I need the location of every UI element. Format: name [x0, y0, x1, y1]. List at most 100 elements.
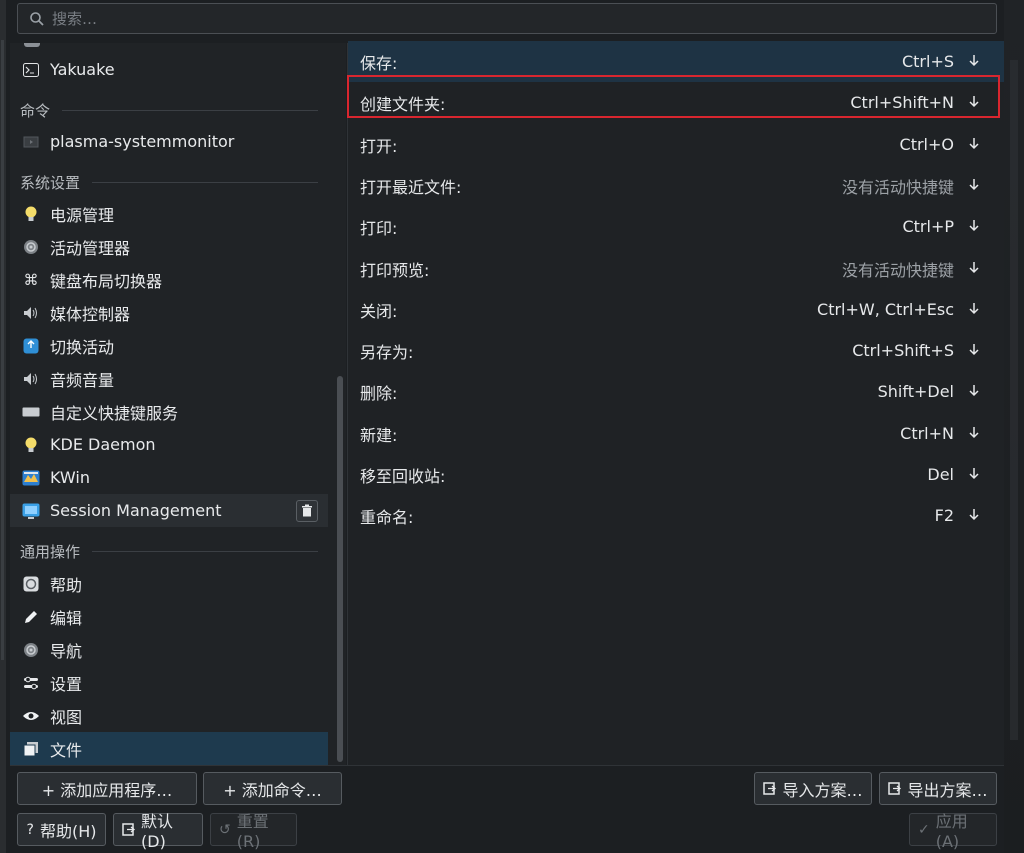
section-header-common-actions: 通用操作	[10, 536, 328, 566]
shortcut-keys: Ctrl+W, Ctrl+Esc	[817, 300, 954, 319]
sidebar-item-switch-activity[interactable]: 切换活动	[10, 329, 328, 362]
shortcut-row[interactable]: 关闭: Ctrl+W, Ctrl+Esc	[348, 289, 1004, 330]
sidebar-item-label: 自定义快捷键服务	[50, 403, 179, 423]
session-icon	[22, 502, 40, 520]
sidebar-item-label: 媒体控制器	[50, 304, 131, 324]
delete-component-button[interactable]	[296, 499, 318, 522]
sidebar-item-label: 设置	[50, 674, 83, 694]
sidebar-item-plasma-systemmonitor[interactable]: plasma-systemmonitor	[10, 125, 328, 158]
navigation-icon	[22, 641, 40, 659]
shortcut-row[interactable]: 打印: Ctrl+P	[348, 206, 1004, 247]
sidebar-item-label: 切换活动	[50, 337, 115, 357]
shortcut-row[interactable]: 另存为: Ctrl+Shift+S	[348, 330, 1004, 371]
shortcut-keys: Ctrl+N	[900, 424, 954, 443]
sidebar-item-edit[interactable]: 编辑	[10, 600, 328, 633]
shortcut-action-label: 打开:	[360, 136, 398, 156]
shortcut-action-label: 创建文件夹:	[360, 94, 446, 114]
shortcut-action-label: 移至回收站:	[360, 466, 446, 486]
apply-button[interactable]: ✓ 应用(A)	[909, 812, 997, 851]
sidebar-item-file[interactable]: 文件	[10, 732, 328, 765]
section-title: 命令	[20, 101, 51, 120]
shortcut-row[interactable]: 打开最近文件: 没有活动快捷键	[348, 165, 1004, 206]
sidebar-item-yakuake[interactable]: Yakuake	[10, 53, 328, 86]
sidebar-item-settings[interactable]: 设置	[10, 666, 328, 699]
trash-icon	[302, 504, 312, 517]
shortcut-action-label: 打印预览:	[360, 260, 430, 280]
sidebar-item-view[interactable]: 视图	[10, 699, 328, 732]
import-scheme-button[interactable]: 导入方案…	[754, 772, 872, 805]
expand-arrow-icon[interactable]	[966, 93, 982, 112]
window-right-edge	[1004, 0, 1024, 853]
lightbulb-icon	[22, 205, 40, 223]
sidebar-item-audio-volume[interactable]: 音频音量	[10, 362, 328, 395]
shortcut-keys: Ctrl+P	[902, 217, 954, 236]
export-scheme-button[interactable]: 导出方案…	[879, 772, 997, 805]
help-button[interactable]: ? 帮助(H)	[17, 813, 106, 846]
expand-arrow-icon[interactable]	[966, 424, 982, 443]
button-label: 帮助(H)	[39, 821, 97, 841]
expand-arrow-icon[interactable]	[966, 217, 982, 236]
section-header-system-settings: 系统设置	[10, 167, 328, 197]
speaker-icon	[22, 370, 40, 388]
sidebar-item-help[interactable]: 帮助	[10, 567, 328, 600]
expand-arrow-icon[interactable]	[966, 300, 982, 319]
sidebar-item-label: KDE Daemon	[50, 435, 156, 454]
eye-icon	[22, 707, 40, 725]
terminal-icon	[22, 61, 40, 79]
expand-arrow-icon[interactable]	[966, 382, 982, 401]
sidebar-item-label: 电源管理	[50, 205, 115, 225]
sidebar-item-label: KWin	[50, 468, 90, 487]
monitor-icon	[22, 133, 40, 151]
search-icon	[28, 10, 46, 28]
shortcut-keys: Ctrl+O	[899, 135, 954, 154]
shortcut-keys: Ctrl+Shift+N	[850, 93, 954, 112]
keyboard-icon	[22, 403, 40, 421]
shortcut-action-label: 保存:	[360, 53, 398, 73]
shortcut-row[interactable]: 重命名: F2	[348, 495, 1004, 536]
shortcut-row[interactable]: 打印预览: 没有活动快捷键	[348, 248, 1004, 289]
kwin-icon	[22, 469, 40, 487]
sidebar-item-label: 活动管理器	[50, 238, 131, 258]
shortcut-list: 保存: Ctrl+S 创建文件夹: Ctrl+Shift+N 打开: Ctrl+O 打开最近…	[347, 41, 1004, 765]
shortcut-row[interactable]: 新建: Ctrl+N	[348, 413, 1004, 454]
sidebar-item-kwin[interactable]: KWin	[10, 461, 328, 494]
sidebar-item-power-management[interactable]: 电源管理	[10, 197, 328, 230]
sidebar-item-label: 编辑	[50, 608, 83, 628]
sidebar-item-custom-shortcuts-service[interactable]: 自定义快捷键服务	[10, 395, 328, 428]
shortcut-row[interactable]: 保存: Ctrl+S	[348, 41, 1004, 82]
shortcut-action-label: 打印:	[360, 218, 398, 238]
shortcut-row[interactable]: 移至回收站: Del	[348, 454, 1004, 495]
shortcut-keys: Del	[927, 465, 954, 484]
reset-button[interactable]: ↺ 重置(R)	[210, 812, 297, 851]
expand-arrow-icon[interactable]	[966, 176, 982, 195]
defaults-button[interactable]: 默认(D)	[113, 812, 203, 851]
shortcut-row[interactable]: 打开: Ctrl+O	[348, 124, 1004, 165]
shortcut-row[interactable]: 删除: Shift+Del	[348, 371, 1004, 412]
add-command-button[interactable]: + 添加命令…	[203, 772, 342, 805]
sidebar-item-media-controller[interactable]: 媒体控制器	[10, 296, 328, 329]
shortcut-keys: 没有活动快捷键	[841, 260, 954, 280]
file-icon	[22, 740, 40, 758]
sidebar-item-session-management[interactable]: Session Management	[10, 494, 328, 527]
sidebar-item-label: 音频音量	[50, 370, 115, 390]
sidebar-item-navigation[interactable]: 导航	[10, 633, 328, 666]
sidebar-item-kde-daemon[interactable]: KDE Daemon	[10, 428, 328, 461]
expand-arrow-icon[interactable]	[966, 259, 982, 278]
shortcut-row[interactable]: 创建文件夹: Ctrl+Shift+N	[348, 82, 1004, 123]
shortcut-action-label: 打开最近文件:	[360, 177, 462, 197]
expand-arrow-icon[interactable]	[966, 52, 982, 71]
sidebar-item-keyboard-layout-switcher[interactable]: ⌘ 键盘布局切换器	[10, 263, 328, 296]
shortcut-action-label: 关闭:	[360, 301, 398, 321]
sidebar-item-activity-manager[interactable]: 活动管理器	[10, 230, 328, 263]
sidebar-item-label: 导航	[50, 641, 83, 661]
add-application-button[interactable]: + 添加应用程序…	[17, 772, 197, 805]
partial-item-icon	[24, 43, 40, 47]
expand-arrow-icon[interactable]	[966, 465, 982, 484]
search-field[interactable]: 搜索…	[17, 3, 997, 34]
expand-arrow-icon[interactable]	[966, 135, 982, 154]
shortcut-action-label: 删除:	[360, 383, 398, 403]
expand-arrow-icon[interactable]	[966, 341, 982, 360]
sidebar-scrollbar-thumb[interactable]	[337, 376, 343, 762]
expand-arrow-icon[interactable]	[966, 506, 982, 525]
settings-icon	[22, 674, 40, 692]
